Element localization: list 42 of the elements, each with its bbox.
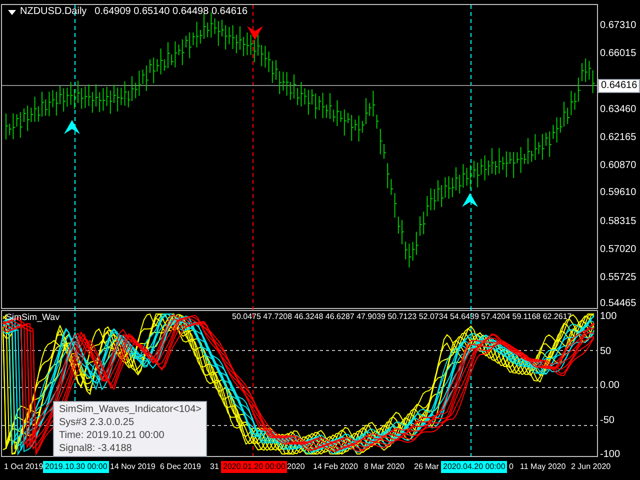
current-price-label: 0.64616 <box>598 79 640 93</box>
price-label: 0.57020 <box>600 244 636 256</box>
ohlc-values: 0.64909 0.65140 0.64498 0.64616 <box>94 7 248 17</box>
symbol-label: NZDUSD.Daily <box>20 7 87 17</box>
price-label: 0.58315 <box>600 216 636 228</box>
indicator-level-label: -100 <box>600 449 620 461</box>
date-label: 2 Jun 2020 <box>571 461 611 473</box>
date-label: 14 Nov 2019 <box>110 461 156 473</box>
tooltip-line: SimSim_Waves_Indicator<104> <box>59 403 202 416</box>
date-label: 0 <box>509 461 514 473</box>
indicator-name: SimSim_Wav <box>6 313 60 322</box>
indicator-level-label: 100 <box>600 311 618 323</box>
price-label: 0.62165 <box>600 132 636 144</box>
up-arrow-icon <box>462 193 478 207</box>
tooltip-line: Time: 2019.10.21 00:00 <box>59 429 166 442</box>
time-marker-label: 2019.10.30 00:00 <box>43 461 110 473</box>
price-label: 0.54465 <box>600 298 636 310</box>
date-label: 14 Feb 2020 <box>313 461 358 473</box>
indicator-level-label: 50 <box>600 346 612 358</box>
price-label: 0.55725 <box>600 272 636 284</box>
time-marker-label: 2020.04.20 00:00 <box>441 461 508 473</box>
tooltip-line: Signal8: -3.4188 <box>59 442 133 455</box>
date-label: 26 Mar <box>414 461 439 473</box>
down-arrow-icon <box>247 26 263 40</box>
indicator-values: 50.0475 47.7208 46.3248 46.6287 47.9039 50.7123 52.0734 54.6439 57.4204 59.1168 62.2617 <box>232 313 572 321</box>
date-label: 31 <box>210 461 219 473</box>
price-label: 0.67310 <box>600 20 636 32</box>
up-arrow-icon <box>64 120 80 134</box>
date-label: 11 May 2020 <box>520 461 566 473</box>
price-label: 0.60870 <box>600 160 636 172</box>
date-label: 2020 <box>287 461 305 473</box>
price-label: 0.63460 <box>600 104 636 116</box>
price-label: 0.66015 <box>600 48 636 60</box>
dropdown-caret-icon[interactable] <box>8 10 16 14</box>
date-label: 8 Mar 2020 <box>364 461 404 473</box>
indicator-level-label: -50 <box>600 414 616 426</box>
date-label: 1 Oct 2019 <box>4 461 44 473</box>
date-label: 6 Dec 2019 <box>160 461 201 473</box>
price-label: 0.59610 <box>600 187 636 199</box>
tooltip-line: Sys#3 2.3.0.0.25 <box>59 416 136 429</box>
time-marker-label: 2020.01.20 00:00 <box>221 461 288 473</box>
indicator-level-label: 0.00 <box>600 380 620 392</box>
